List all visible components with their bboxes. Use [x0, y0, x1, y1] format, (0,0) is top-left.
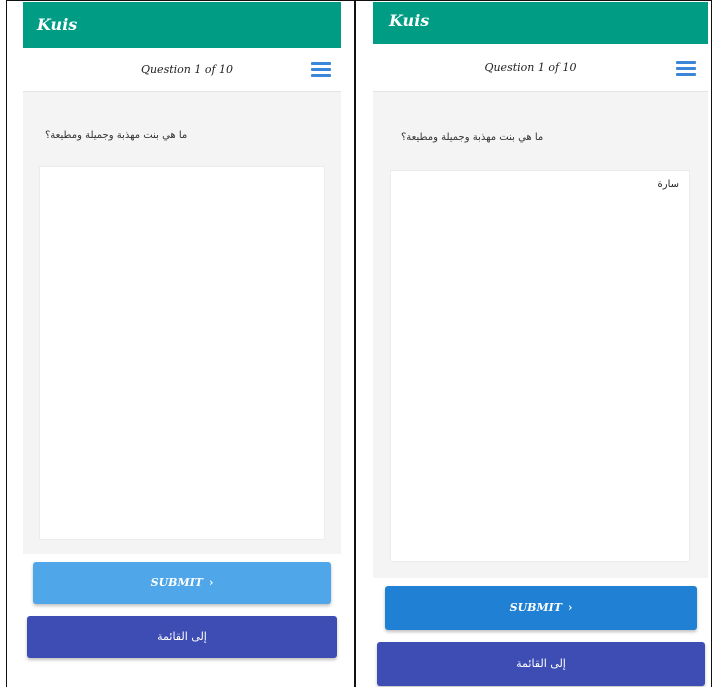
submit-label: SUBMIT — [509, 601, 562, 614]
submit-button[interactable]: SUBMIT › — [385, 586, 697, 630]
answer-input[interactable] — [39, 166, 325, 540]
answer-input[interactable]: سارة — [390, 170, 690, 562]
question-counter: Question 1 of 10 — [140, 63, 234, 76]
app-bar: Kuis — [373, 2, 708, 44]
submit-button[interactable]: SUBMIT › — [33, 562, 331, 604]
back-to-menu-button[interactable]: إلى القائمة — [377, 642, 705, 686]
table-divider — [354, 0, 356, 687]
chevron-right-icon: › — [208, 576, 214, 589]
app-title: Kuis — [389, 11, 430, 30]
submit-label: SUBMIT — [150, 576, 203, 589]
hamburger-menu-icon[interactable] — [311, 62, 331, 78]
question-text: ما هي بنت مهذبة وجميلة ومطيعة؟ — [45, 130, 188, 141]
quiz-screen-answered: Kuis Question 1 of 10 ما هي بنت مهذبة وج… — [373, 2, 708, 687]
app-title: Kuis — [37, 15, 78, 34]
question-counter: Question 1 of 10 — [484, 61, 577, 74]
chevron-right-icon: › — [567, 601, 573, 614]
app-bar: Kuis — [23, 2, 341, 48]
question-header: Question 1 of 10 — [23, 48, 341, 92]
question-text: ما هي بنت مهذبة وجميلة ومطيعة؟ — [401, 132, 544, 143]
back-to-menu-button[interactable]: إلى القائمة — [27, 616, 337, 658]
hamburger-menu-icon[interactable] — [676, 61, 696, 77]
question-header: Question 1 of 10 — [373, 44, 708, 92]
quiz-screen-empty: Kuis Question 1 of 10 ما هي بنت مهذبة وج… — [23, 2, 341, 687]
